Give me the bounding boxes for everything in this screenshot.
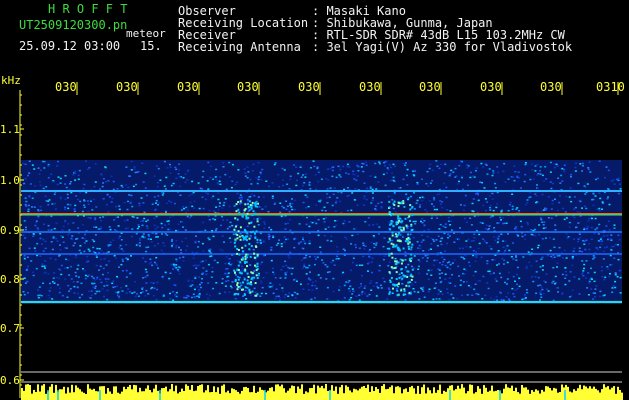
y-tick-label: 1.1 <box>0 123 20 136</box>
x-tick-label: 030 <box>480 80 502 94</box>
x-tick-label: 030 <box>237 80 259 94</box>
y-tick-label: 0.8 <box>0 273 20 286</box>
x-tick-label: 030 <box>540 80 562 94</box>
spectrogram-plot <box>19 82 623 400</box>
y-tick-label: 0.9 <box>0 224 20 237</box>
x-tick-label: 0310 <box>596 80 625 94</box>
y-tick-label: 0.6 <box>0 374 20 387</box>
x-tick-label: 030 <box>298 80 320 94</box>
unit-label: kHz <box>1 74 21 87</box>
signal-level-strip <box>21 384 623 400</box>
spectrogram-window: H R O F F T UT2509120300.pn meteor 25.09… <box>0 0 629 400</box>
x-tick-label: 030 <box>116 80 138 94</box>
x-tick-label: 030 <box>419 80 441 94</box>
y-tick-label: 0.7 <box>0 322 20 335</box>
x-tick-label: 030 <box>177 80 199 94</box>
y-tick-label: 1.0 <box>0 174 20 187</box>
x-tick-label: 030 <box>359 80 381 94</box>
x-tick-label: 030 <box>55 80 77 94</box>
